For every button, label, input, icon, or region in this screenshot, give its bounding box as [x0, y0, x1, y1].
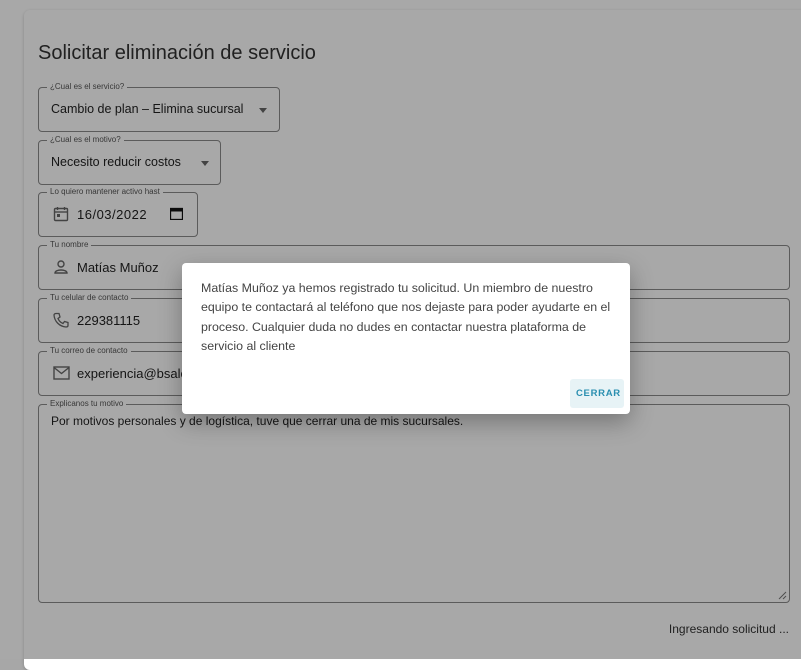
dialog-message: Matías Muñoz ya hemos registrado tu soli…	[201, 281, 611, 353]
close-button[interactable]: CERRAR	[570, 379, 624, 408]
confirmation-dialog: Matías Muñoz ya hemos registrado tu soli…	[182, 263, 630, 414]
